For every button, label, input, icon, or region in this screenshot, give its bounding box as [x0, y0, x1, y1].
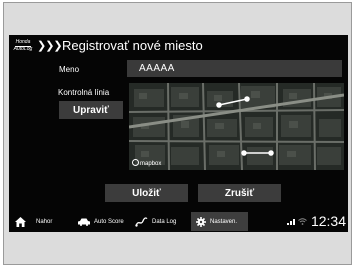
nav-item-home[interactable]: Nahor — [15, 212, 52, 231]
title-bar: Honda AutoLog ❯❯❯ Registrovať nové miest… — [9, 35, 348, 55]
nav-item-data-log[interactable]: Data Log — [135, 212, 176, 231]
route-icon — [135, 216, 148, 227]
nav-label-data-log: Data Log — [152, 218, 177, 225]
breadcrumb-chevron-icon[interactable]: ❯❯❯ — [37, 39, 63, 52]
nav-label-auto-score: Auto Score — [94, 218, 124, 225]
edit-button[interactable]: Upraviť — [59, 101, 123, 119]
car-icon — [78, 218, 90, 226]
satellite-map-image — [129, 83, 344, 170]
satellite-map[interactable]: mapbox — [129, 83, 344, 170]
logo-subtext: AutoLog — [13, 46, 33, 52]
clock: 12:34 — [310, 213, 346, 229]
save-button[interactable]: Uložiť — [105, 184, 188, 202]
gear-icon — [196, 216, 206, 227]
wifi-icon — [298, 217, 307, 225]
head-unit-screen: Honda AutoLog ❯❯❯ Registrovať nové miest… — [9, 35, 348, 232]
home-icon — [15, 216, 26, 227]
signal-icon — [286, 218, 295, 225]
nav-label-settings: Nastaven. — [210, 218, 238, 225]
name-field[interactable]: AAAAA — [127, 60, 342, 77]
name-value: AAAAA — [139, 63, 175, 74]
name-label: Meno — [59, 65, 80, 74]
app-logo: Honda AutoLog — [13, 40, 33, 52]
nav-label-home: Nahor — [36, 218, 53, 225]
nav-item-settings[interactable]: Nastaven. — [191, 212, 248, 231]
page-title: Registrovať nové miesto — [62, 38, 203, 53]
bottom-nav-bar: Nahor Auto Score Data Log Nastaven. 12:3… — [9, 211, 348, 232]
cancel-button[interactable]: Zrušiť — [198, 184, 281, 202]
logo-text: Honda — [15, 39, 31, 45]
nav-item-auto-score[interactable]: Auto Score — [78, 212, 124, 231]
checkpoint-line-label: Kontrolná línia — [58, 88, 110, 97]
status-area: 12:34 — [286, 213, 346, 229]
map-attribution: mapbox — [132, 159, 161, 167]
